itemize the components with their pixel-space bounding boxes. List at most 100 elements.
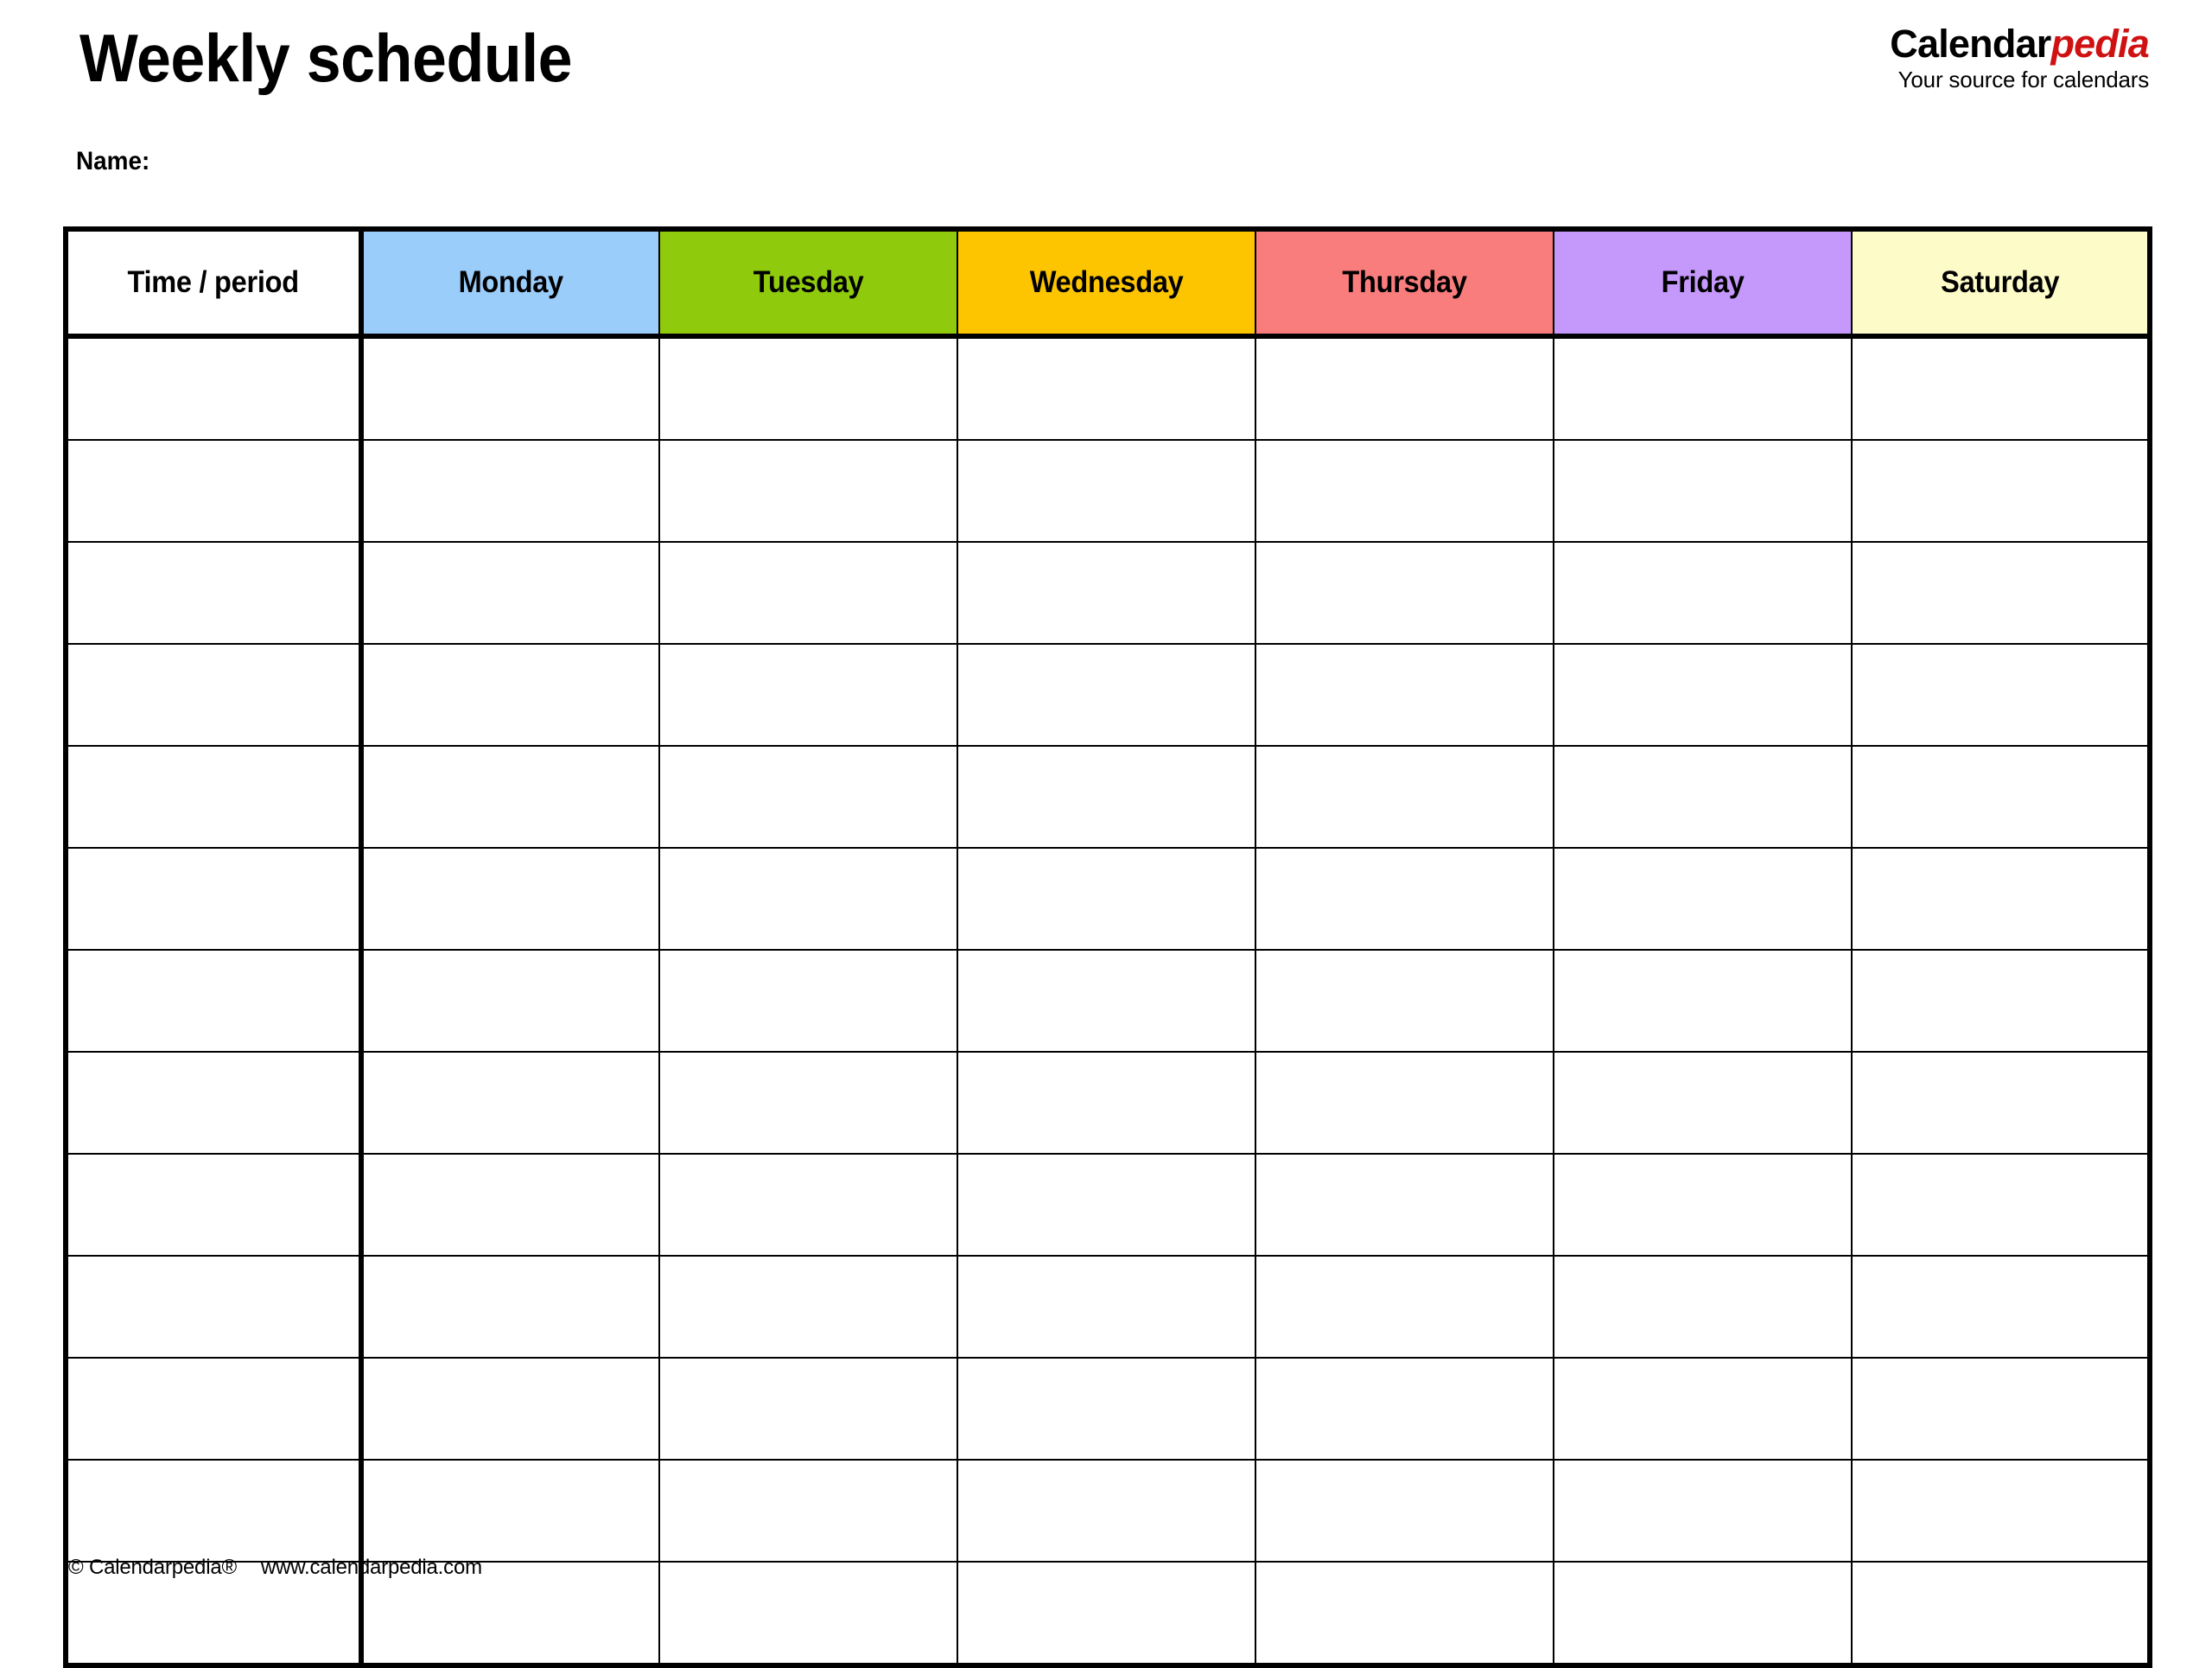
cell-wednesday[interactable] <box>957 949 1256 1053</box>
cell-monday[interactable] <box>360 1357 660 1461</box>
cell-time-period[interactable] <box>65 1051 364 1155</box>
cell-tuesday[interactable] <box>658 1561 958 1666</box>
cell-friday[interactable] <box>1553 541 1853 645</box>
cell-friday[interactable] <box>1553 1357 1853 1461</box>
cell-monday[interactable] <box>360 1459 660 1563</box>
cell-tuesday[interactable] <box>658 1255 958 1359</box>
cell-wednesday[interactable] <box>957 541 1256 645</box>
cell-saturday[interactable] <box>1851 1153 2151 1257</box>
cell-friday[interactable] <box>1553 1459 1853 1563</box>
cell-tuesday[interactable] <box>658 335 958 441</box>
cell-monday[interactable] <box>360 745 660 849</box>
brand-word-primary: Calendar <box>1890 22 2051 66</box>
cell-wednesday[interactable] <box>957 439 1256 543</box>
cell-wednesday[interactable] <box>957 1255 1256 1359</box>
cell-monday[interactable] <box>360 949 660 1053</box>
column-header-label: Thursday <box>1342 265 1467 299</box>
cell-saturday[interactable] <box>1851 439 2151 543</box>
page-header: Weekly schedule Name: Calendarpedia Your… <box>0 0 2212 226</box>
cell-monday[interactable] <box>360 1255 660 1359</box>
cell-thursday[interactable] <box>1255 745 1554 849</box>
brand-word-accent: pedia <box>2050 22 2149 66</box>
cell-wednesday[interactable] <box>957 1357 1256 1461</box>
cell-time-period[interactable] <box>65 949 364 1053</box>
cell-thursday[interactable] <box>1255 541 1554 645</box>
column-header-label: Time / period <box>127 265 300 299</box>
cell-thursday[interactable] <box>1255 847 1554 951</box>
cell-time-period[interactable] <box>65 335 364 441</box>
cell-friday[interactable] <box>1553 643 1853 747</box>
cell-saturday[interactable] <box>1851 1561 2151 1666</box>
cell-saturday[interactable] <box>1851 745 2151 849</box>
cell-wednesday[interactable] <box>957 335 1256 441</box>
cell-saturday[interactable] <box>1851 1459 2151 1563</box>
cell-friday[interactable] <box>1553 745 1853 849</box>
cell-time-period[interactable] <box>65 439 364 543</box>
cell-tuesday[interactable] <box>658 1459 958 1563</box>
cell-tuesday[interactable] <box>658 439 958 543</box>
cell-tuesday[interactable] <box>658 1153 958 1257</box>
cell-wednesday[interactable] <box>957 643 1256 747</box>
column-header-tuesday: Tuesday <box>658 228 958 339</box>
cell-thursday[interactable] <box>1255 1459 1554 1563</box>
cell-saturday[interactable] <box>1851 643 2151 747</box>
cell-friday[interactable] <box>1553 1153 1853 1257</box>
cell-friday[interactable] <box>1553 847 1853 951</box>
footer-website[interactable]: www.calendarpedia.com <box>261 1556 482 1579</box>
cell-monday[interactable] <box>360 643 660 747</box>
cell-saturday[interactable] <box>1851 1255 2151 1359</box>
cell-monday[interactable] <box>360 847 660 951</box>
cell-tuesday[interactable] <box>658 1051 958 1155</box>
cell-saturday[interactable] <box>1851 949 2151 1053</box>
cell-monday[interactable] <box>360 335 660 441</box>
cell-monday[interactable] <box>360 1051 660 1155</box>
cell-wednesday[interactable] <box>957 745 1256 849</box>
cell-tuesday[interactable] <box>658 643 958 747</box>
cell-thursday[interactable] <box>1255 1255 1554 1359</box>
cell-thursday[interactable] <box>1255 643 1554 747</box>
cell-tuesday[interactable] <box>658 949 958 1053</box>
cell-thursday[interactable] <box>1255 335 1554 441</box>
cell-wednesday[interactable] <box>957 1153 1256 1257</box>
cell-wednesday[interactable] <box>957 1459 1256 1563</box>
cell-friday[interactable] <box>1553 949 1853 1053</box>
cell-monday[interactable] <box>360 541 660 645</box>
cell-thursday[interactable] <box>1255 1051 1554 1155</box>
cell-saturday[interactable] <box>1851 847 2151 951</box>
cell-friday[interactable] <box>1553 439 1853 543</box>
cell-time-period[interactable] <box>65 1459 364 1563</box>
cell-tuesday[interactable] <box>658 847 958 951</box>
cell-wednesday[interactable] <box>957 1051 1256 1155</box>
cell-thursday[interactable] <box>1255 439 1554 543</box>
cell-friday[interactable] <box>1553 1051 1853 1155</box>
cell-tuesday[interactable] <box>658 541 958 645</box>
cell-thursday[interactable] <box>1255 1561 1554 1666</box>
cell-friday[interactable] <box>1553 1561 1853 1666</box>
cell-tuesday[interactable] <box>658 745 958 849</box>
cell-monday[interactable] <box>360 439 660 543</box>
table-row <box>65 1153 2151 1257</box>
cell-time-period[interactable] <box>65 847 364 951</box>
column-header-time: Time / period <box>65 228 364 339</box>
cell-thursday[interactable] <box>1255 949 1554 1053</box>
cell-time-period[interactable] <box>65 541 364 645</box>
cell-time-period[interactable] <box>65 745 364 849</box>
cell-friday[interactable] <box>1553 1255 1853 1359</box>
cell-time-period[interactable] <box>65 1153 364 1257</box>
column-header-thursday: Thursday <box>1255 228 1554 339</box>
cell-time-period[interactable] <box>65 643 364 747</box>
cell-saturday[interactable] <box>1851 541 2151 645</box>
cell-saturday[interactable] <box>1851 1357 2151 1461</box>
cell-saturday[interactable] <box>1851 335 2151 441</box>
cell-thursday[interactable] <box>1255 1357 1554 1461</box>
cell-time-period[interactable] <box>65 1357 364 1461</box>
cell-saturday[interactable] <box>1851 1051 2151 1155</box>
cell-thursday[interactable] <box>1255 1153 1554 1257</box>
cell-friday[interactable] <box>1553 335 1853 441</box>
cell-monday[interactable] <box>360 1153 660 1257</box>
cell-time-period[interactable] <box>65 1255 364 1359</box>
page-title: Weekly schedule <box>79 20 573 96</box>
cell-wednesday[interactable] <box>957 1561 1256 1666</box>
cell-tuesday[interactable] <box>658 1357 958 1461</box>
cell-wednesday[interactable] <box>957 847 1256 951</box>
